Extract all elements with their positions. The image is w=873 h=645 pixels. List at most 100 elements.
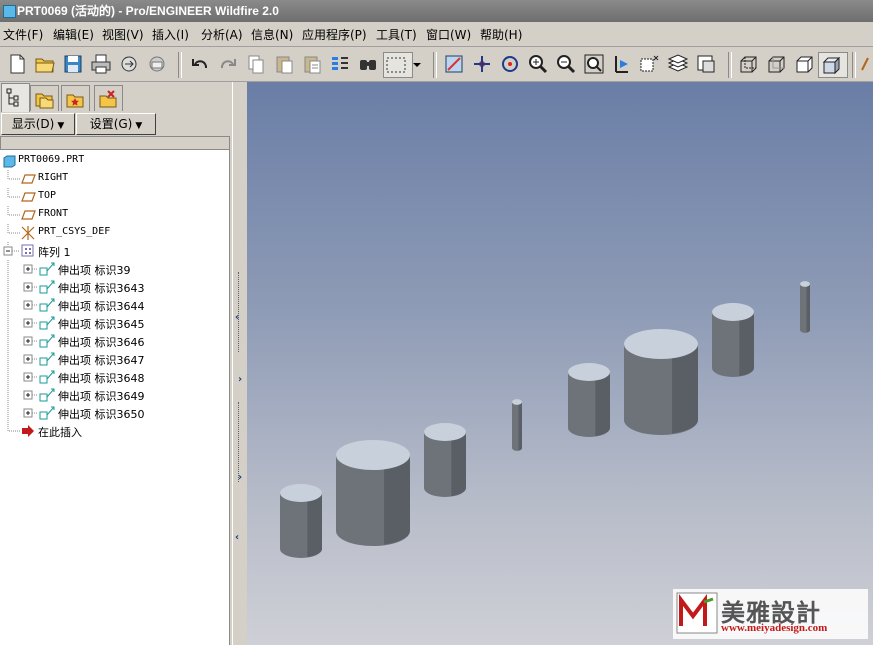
- chevron-left-icon[interactable]: ‹: [235, 532, 239, 543]
- save-icon[interactable]: [61, 52, 85, 76]
- toolbar-separator: [852, 52, 856, 78]
- tree-item-label: 伸出项 标识3649: [58, 390, 145, 403]
- orient-icon[interactable]: [498, 52, 522, 76]
- cylinder-shadow: [518, 402, 522, 451]
- sash-grip: [238, 402, 242, 482]
- zoom-out-icon[interactable]: [554, 52, 578, 76]
- cylinder-shadow: [595, 372, 610, 437]
- find-icon[interactable]: [356, 52, 380, 76]
- paste-special-icon[interactable]: [300, 52, 324, 76]
- panel-sash[interactable]: ‹ › › ‹: [232, 82, 248, 645]
- menu-info[interactable]: 信息(N): [251, 26, 293, 43]
- cylinder-feature[interactable]: [568, 363, 610, 437]
- cylinder-feature[interactable]: [512, 399, 522, 451]
- datum-plane-icon: [7, 188, 36, 202]
- graphics-viewport[interactable]: [247, 82, 873, 645]
- protrusion-icon: [7, 350, 55, 368]
- cylinder-top: [424, 423, 466, 441]
- paste-icon[interactable]: [272, 52, 296, 76]
- model-scene[interactable]: [247, 82, 873, 645]
- protrusion-icon: [7, 278, 55, 296]
- shading-icon[interactable]: [818, 52, 848, 78]
- menu-file[interactable]: 文件(F): [3, 26, 43, 43]
- cylinder-top: [336, 439, 410, 471]
- zoom-in-icon[interactable]: [526, 52, 550, 76]
- navigator-tabs: [0, 82, 232, 112]
- reorient-icon[interactable]: [610, 52, 634, 76]
- menu-bar: 文件(F) 编辑(E) 视图(V) 插入(I) 分析(A) 信息(N) 应用程序…: [0, 22, 873, 47]
- view-manager-icon[interactable]: [694, 52, 718, 76]
- cylinder-feature[interactable]: [624, 328, 698, 436]
- protrusion-icon: [7, 386, 55, 404]
- collapse-icon[interactable]: [0, 242, 36, 260]
- no-hidden-icon[interactable]: [792, 52, 816, 76]
- cylinder-feature[interactable]: [280, 484, 322, 558]
- main-toolbar: [0, 47, 873, 82]
- chevron-right-icon[interactable]: ›: [238, 472, 242, 483]
- toolbar-separator: [728, 52, 732, 78]
- model-tree-icon: [6, 88, 19, 107]
- wireframe-icon[interactable]: [736, 52, 760, 76]
- datum-plane-icon: [7, 170, 36, 184]
- dropdown-icon[interactable]: [411, 52, 423, 76]
- window-title: PRT0069 (活动的) - Pro/ENGINEER Wildfire 2.…: [17, 4, 279, 18]
- menu-tools[interactable]: 工具(T): [376, 26, 417, 43]
- hidden-line-icon[interactable]: [764, 52, 788, 76]
- cylinder-top: [624, 328, 698, 360]
- layers-icon[interactable]: [666, 52, 690, 76]
- insert-arrow-icon: [7, 422, 34, 437]
- tree-item-label: 伸出项 标识3646: [58, 336, 145, 349]
- refit-icon[interactable]: [582, 52, 606, 76]
- menu-edit[interactable]: 编辑(E): [53, 26, 94, 43]
- repaint-icon[interactable]: [442, 52, 466, 76]
- spin-center-icon[interactable]: [470, 52, 494, 76]
- menu-insert[interactable]: 插入(I): [152, 26, 189, 43]
- menu-analysis[interactable]: 分析(A): [201, 26, 243, 43]
- print-icon[interactable]: [89, 52, 113, 76]
- email-icon[interactable]: [145, 52, 169, 76]
- model-tree[interactable]: PRT0069.PRT RIGHT TOP FRONT PRT_CSYS_DEF…: [0, 150, 230, 645]
- settings-menu-button[interactable]: 设置(G) ▼: [76, 113, 156, 135]
- protrusion-icon: [7, 368, 55, 386]
- tab-folder-browser[interactable]: [30, 85, 59, 111]
- protrusion-icon: [7, 260, 55, 278]
- regenerate-icon[interactable]: [328, 52, 352, 76]
- redo-icon[interactable]: [216, 52, 240, 76]
- chevron-down-icon: ▼: [135, 121, 143, 131]
- navigator-panel: 显示(D) ▼ 设置(G) ▼ PRT0069.PRT RIGHT TOP FRON…: [0, 82, 232, 645]
- connections-icon: [99, 90, 117, 108]
- cylinder-feature[interactable]: [712, 303, 754, 377]
- chevron-left-icon[interactable]: ‹: [235, 312, 239, 323]
- tree-item-label: 伸出项 标识3647: [58, 354, 145, 367]
- tree-item-label: 阵列 1: [38, 246, 71, 259]
- toolbar-separator: [178, 52, 182, 78]
- menu-view[interactable]: 视图(V): [102, 26, 144, 43]
- part-icon: [3, 155, 16, 168]
- datum-plane-icon[interactable]: [858, 52, 872, 76]
- cylinder-shadow: [307, 493, 322, 558]
- undo-icon[interactable]: [188, 52, 212, 76]
- menu-window[interactable]: 窗口(W): [426, 26, 471, 43]
- cylinder-feature[interactable]: [336, 439, 410, 547]
- new-icon[interactable]: [5, 52, 29, 76]
- favorites-icon: [66, 94, 84, 108]
- display-label: 显示(D): [11, 117, 55, 131]
- send-icon[interactable]: [117, 52, 141, 76]
- tree-item-label: PRT_CSYS_DEF: [38, 226, 111, 237]
- display-menu-button[interactable]: 显示(D) ▼: [1, 113, 75, 135]
- watermark-logo: [676, 592, 718, 634]
- cylinder-top: [712, 303, 754, 321]
- cylinder-feature[interactable]: [424, 423, 466, 497]
- select-box-icon[interactable]: [383, 52, 413, 78]
- copy-icon[interactable]: [244, 52, 268, 76]
- cylinder-feature[interactable]: [800, 281, 810, 333]
- tree-item-label: 伸出项 标识3643: [58, 282, 145, 295]
- tab-connections[interactable]: [94, 85, 123, 111]
- chevron-right-icon[interactable]: ›: [238, 374, 242, 385]
- tab-favorites[interactable]: [61, 85, 90, 111]
- menu-help[interactable]: 帮助(H): [480, 26, 522, 43]
- open-icon[interactable]: [33, 52, 57, 76]
- saved-views-icon[interactable]: [638, 52, 662, 76]
- tab-model-tree[interactable]: [1, 83, 30, 112]
- menu-applications[interactable]: 应用程序(P): [302, 26, 367, 43]
